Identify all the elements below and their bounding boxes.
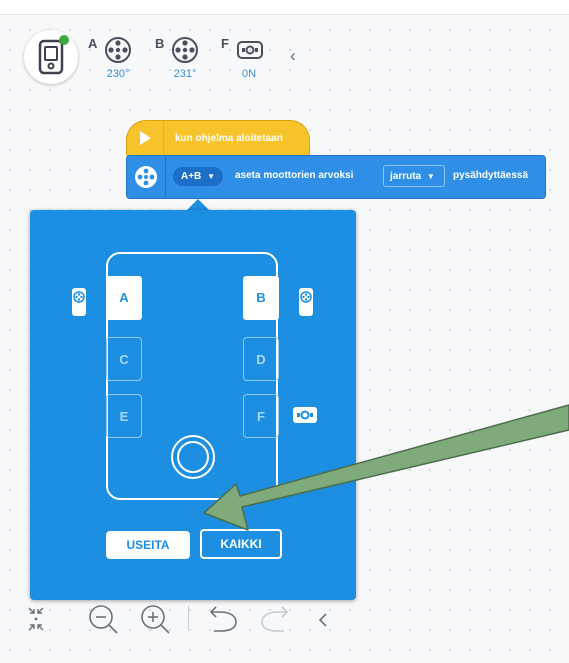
motor-ports-dropdown[interactable]: A+B ▼ [173, 167, 223, 186]
motor-icon [127, 156, 166, 198]
top-bar [0, 0, 569, 15]
port-b-value: 231° [173, 68, 197, 80]
motor-icon [105, 37, 131, 63]
hub-connection-button[interactable] [24, 30, 78, 84]
undo-icon[interactable] [206, 604, 240, 634]
port-slot-a[interactable]: A [106, 276, 142, 320]
chevron-down-icon: ▼ [207, 172, 215, 181]
force-sensor-icon [237, 41, 263, 59]
zoom-in-icon[interactable] [138, 602, 172, 636]
stop-action-value: jarruta [390, 171, 422, 182]
port-slot-c[interactable]: C [106, 337, 142, 381]
play-icon [127, 121, 164, 157]
chevron-down-icon: ▼ [426, 172, 435, 181]
start-block-label: kun ohjelma aloitetaan [175, 133, 283, 144]
multiple-ports-button[interactable]: USEITA [106, 531, 190, 559]
port-slot-e[interactable]: E [106, 394, 142, 438]
port-slot-b[interactable]: B [243, 276, 279, 320]
port-b-letter: B [155, 36, 165, 51]
port-f-letter: F [221, 36, 229, 51]
port-a-letter: A [88, 36, 98, 51]
motor-block-suffix: pysähdyttäessä [453, 170, 529, 181]
zoom-out-icon[interactable] [86, 602, 120, 636]
motor-icon [172, 37, 198, 63]
motor-icon [72, 288, 86, 316]
collapse-ports-button[interactable]: ‹ [290, 46, 296, 66]
motor-icon [299, 288, 313, 316]
motor-block-text: aseta moottorien arvoksi [235, 170, 354, 181]
toolbar-divider [188, 606, 189, 630]
port-slot-d[interactable]: D [243, 337, 279, 381]
motor-ports-value: A+B [181, 171, 202, 182]
set-motor-stop-action-block[interactable]: A+B ▼ aseta moottorien arvoksi jarruta ▼… [126, 155, 546, 199]
hub-center-button-icon [171, 435, 215, 479]
hub-icon [38, 35, 69, 75]
force-sensor-icon [293, 407, 317, 423]
all-ports-button[interactable]: KAIKKI [200, 529, 282, 559]
port-slot-f[interactable]: F [243, 394, 279, 438]
recenter-icon[interactable] [27, 606, 45, 632]
redo-icon[interactable] [258, 604, 292, 634]
collapse-icon[interactable] [316, 610, 330, 630]
port-a-value: 230° [106, 68, 130, 80]
port-f-value: 0N [241, 68, 257, 80]
stop-action-dropdown[interactable]: jarruta ▼ [383, 165, 445, 187]
when-program-starts-block[interactable]: kun ohjelma aloitetaan [126, 120, 310, 158]
